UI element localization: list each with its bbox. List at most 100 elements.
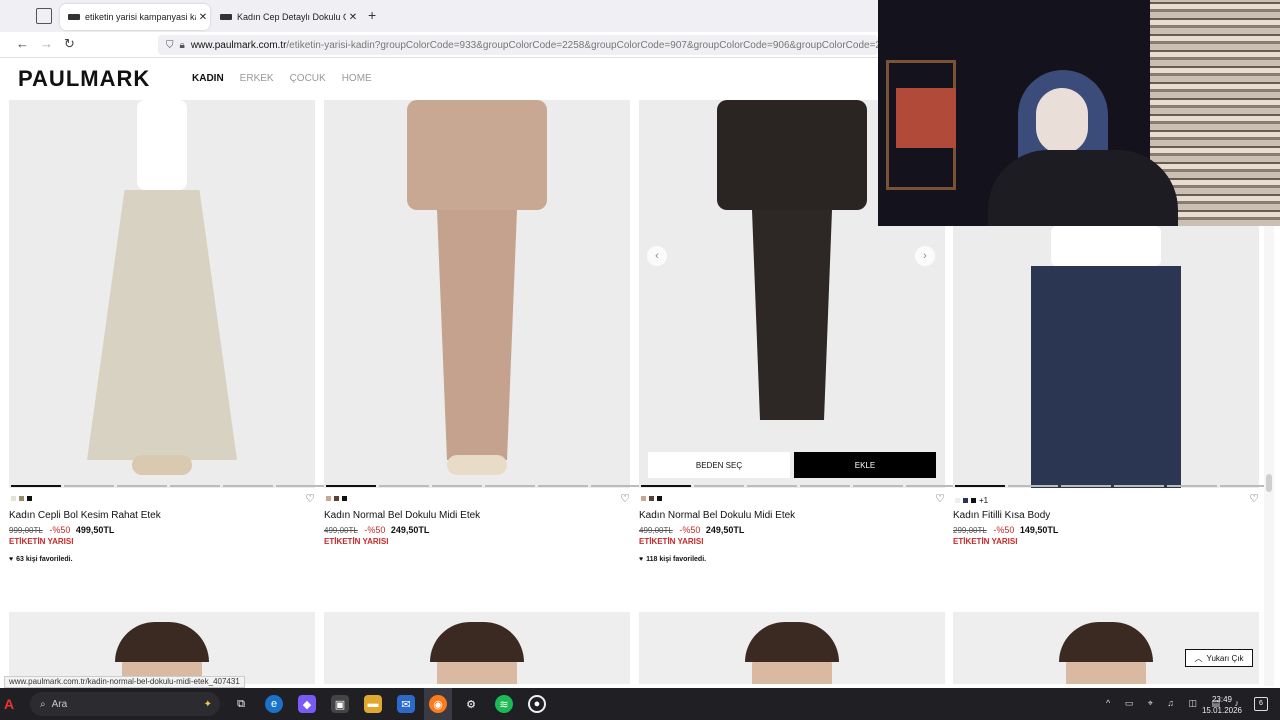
product-name[interactable]: Kadın Normal Bel Dokulu Midi Etek xyxy=(324,510,480,521)
old-price: 999,00TL xyxy=(9,526,43,535)
firefox-icon[interactable]: ◉ xyxy=(429,695,447,713)
add-to-cart-button[interactable]: EKLE xyxy=(794,452,936,478)
color-swatches[interactable] xyxy=(326,496,347,501)
date: 15.01.2026 xyxy=(1201,706,1243,715)
next-image-icon[interactable]: › xyxy=(915,246,935,266)
image-pager[interactable] xyxy=(11,485,326,487)
heart-filled-icon: ♥ xyxy=(9,556,14,563)
paulmark-favicon-icon xyxy=(220,14,232,20)
obs-icon[interactable]: ● xyxy=(528,695,546,713)
old-price: 499,00TL xyxy=(639,526,673,535)
person-body-shape xyxy=(988,150,1178,226)
body-top-shape xyxy=(1051,226,1161,266)
nav-erkek[interactable]: ERKEK xyxy=(240,73,274,84)
tab-title: Kadın Cep Detaylı Dokulu Göml xyxy=(237,12,346,22)
webcam-overlay xyxy=(878,0,1280,226)
site-logo[interactable]: PAULMARK xyxy=(18,66,150,92)
product-image-next-row[interactable] xyxy=(953,612,1259,684)
image-pager[interactable] xyxy=(641,485,956,487)
quick-actions: BEDEN SEÇ EKLE xyxy=(648,452,936,478)
spotify-icon[interactable]: ≋ xyxy=(495,695,513,713)
discount: -%50 xyxy=(679,525,701,535)
nav-home[interactable]: HOME xyxy=(342,73,372,84)
tab-active[interactable]: etiketin yarisi kampanyasi kadın ✕ xyxy=(60,4,210,30)
paulmark-favicon-icon xyxy=(68,14,80,20)
price: 499,50TL xyxy=(75,525,115,535)
prev-image-icon[interactable]: ‹ xyxy=(647,246,667,266)
lock-icon[interactable]: 🔒︎ xyxy=(180,40,185,51)
color-swatches[interactable] xyxy=(11,496,32,501)
favorite-heart-icon[interactable]: ♡ xyxy=(305,492,315,505)
folder-icon[interactable]: ▬ xyxy=(364,695,382,713)
task-view-icon[interactable]: ⧉ xyxy=(232,695,250,713)
product-image-next-row[interactable] xyxy=(639,612,945,684)
time: 23:49 xyxy=(1211,695,1233,704)
campaign-badge: ETİKETİN YARISI xyxy=(324,537,389,546)
store-icon[interactable]: ▣ xyxy=(331,695,349,713)
close-tab-icon[interactable]: ✕ xyxy=(196,12,210,23)
favorite-heart-icon[interactable]: ♡ xyxy=(935,492,945,505)
product-image[interactable] xyxy=(324,100,630,488)
campaign-badge: ETİKETİN YARISI xyxy=(953,537,1018,546)
more-colors[interactable]: +1 xyxy=(979,496,988,505)
notification-icon[interactable]: 6 xyxy=(1254,697,1268,711)
start-icon[interactable]: A xyxy=(4,696,20,712)
price: 149,50TL xyxy=(1019,525,1059,535)
main-nav: KADIN ERKEK ÇOCUK HOME xyxy=(192,73,372,84)
tank-top-shape xyxy=(137,100,187,190)
sparkle-icon: ✦ xyxy=(203,698,212,710)
close-tab-icon[interactable]: ✕ xyxy=(346,12,360,23)
new-tab-icon[interactable]: + xyxy=(368,7,376,23)
forward-icon[interactable]: → xyxy=(40,36,53,51)
taskbar-clock[interactable]: 23:49 15.01.2026 xyxy=(1198,694,1246,716)
tab-second[interactable]: Kadın Cep Detaylı Dokulu Göml ✕ xyxy=(212,4,360,30)
price-row: 499,00TL -%50 249,50TL xyxy=(324,525,429,535)
tab-title: etiketin yarisi kampanyasi kadın xyxy=(85,12,196,22)
back-icon[interactable]: ← xyxy=(16,36,29,51)
link-status-bar: www.paulmark.com.tr/kadin-normal-bel-dok… xyxy=(4,676,245,688)
copilot-icon[interactable]: ◆ xyxy=(298,695,316,713)
product-name[interactable]: Kadın Cepli Bol Kesim Rahat Etek xyxy=(9,510,161,521)
reload-icon[interactable]: ↻ xyxy=(64,36,75,52)
color-swatches[interactable] xyxy=(641,496,662,501)
campaign-badge: ETİKETİN YARISI xyxy=(9,537,74,546)
product-image-next-row[interactable] xyxy=(9,612,315,684)
nav-cocuk[interactable]: ÇOCUK xyxy=(290,73,326,84)
product-image-next-row[interactable] xyxy=(324,612,630,684)
address-bar[interactable]: ⛉ 🔒︎ www.paulmark.com.tr/etiketin-yarisi… xyxy=(158,35,878,55)
image-pager[interactable] xyxy=(955,485,1270,487)
taskbar: A ⌕ Ara ✦ ⧉ e ◆ ▣ ▬ ✉ ◉ ⚙ ≋ ● ^ ▭ ⌖ ♫ ◫ … xyxy=(0,688,1280,720)
skirt-shape xyxy=(87,190,237,460)
price: 249,50TL xyxy=(705,525,745,535)
pants-shape xyxy=(1031,266,1181,488)
mail-icon[interactable]: ✉ xyxy=(397,695,415,713)
shoes-shape xyxy=(447,455,507,475)
favorite-count: ♥ 63 kişi favoriledi. xyxy=(9,556,73,563)
search-placeholder: Ara xyxy=(51,698,68,710)
image-pager[interactable] xyxy=(326,485,641,487)
site-header: PAULMARK KADIN ERKEK ÇOCUK HOME xyxy=(0,58,880,100)
top-shape xyxy=(407,100,547,210)
favorite-heart-icon[interactable]: ♡ xyxy=(620,492,630,505)
url-host: www.paulmark.com.tr xyxy=(190,39,287,51)
shoes-shape xyxy=(132,455,192,475)
select-size-button[interactable]: BEDEN SEÇ xyxy=(648,452,790,478)
scroll-to-top-button[interactable]: ︿ Yukarı Çık xyxy=(1185,649,1253,667)
page-scrollbar[interactable] xyxy=(1264,226,1274,686)
painting-shape xyxy=(896,88,956,148)
taskbar-search[interactable]: ⌕ Ara ✦ xyxy=(30,692,220,716)
color-swatches[interactable]: +1 xyxy=(955,496,988,505)
favorite-heart-icon[interactable]: ♡ xyxy=(1249,492,1259,505)
settings-gear-icon[interactable]: ⚙ xyxy=(462,695,480,713)
discount: -%50 xyxy=(993,525,1015,535)
chevron-up-icon: ︿ xyxy=(1194,653,1203,663)
edge-icon[interactable]: e xyxy=(265,695,283,713)
product-name[interactable]: Kadın Fitilli Kısa Body xyxy=(953,510,1050,521)
product-image[interactable] xyxy=(9,100,315,488)
campaign-badge: ETİKETİN YARISI xyxy=(639,537,704,546)
tab-list-icon[interactable] xyxy=(36,8,52,24)
shield-icon[interactable]: ⛉ xyxy=(166,40,174,51)
nav-kadin[interactable]: KADIN xyxy=(192,73,224,84)
discount: -%50 xyxy=(364,525,386,535)
product-name[interactable]: Kadın Normal Bel Dokulu Midi Etek xyxy=(639,510,795,521)
